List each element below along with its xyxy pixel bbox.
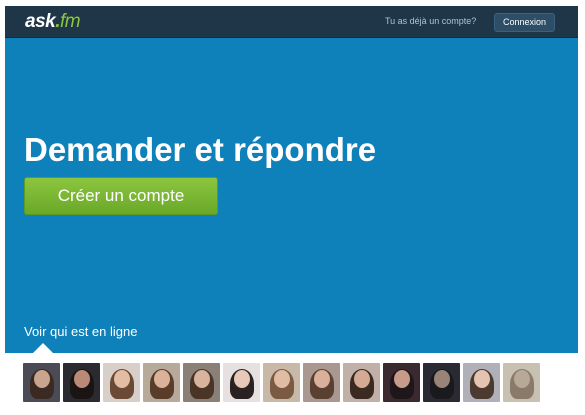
user-avatar-13[interactable] (503, 363, 540, 402)
user-avatar-1[interactable] (23, 363, 60, 402)
hero-section: Demander et répondre Créer un compte Voi… (5, 38, 578, 353)
avatar-face (153, 370, 170, 389)
create-account-button[interactable]: Créer un compte (24, 177, 218, 215)
avatar-face (73, 370, 90, 389)
avatar-face (473, 370, 490, 389)
avatar-face (513, 370, 530, 389)
user-avatar-10[interactable] (383, 363, 420, 402)
avatar-face (233, 370, 250, 389)
pointer-arrow (33, 343, 53, 353)
page-frame: ask.fm Tu as déjà un compte? Connexion D… (5, 6, 578, 411)
user-avatar-6[interactable] (223, 363, 260, 402)
see-online-users-link[interactable]: Voir qui est en ligne (24, 324, 137, 339)
avatar-face (393, 370, 410, 389)
user-avatar-4[interactable] (143, 363, 180, 402)
avatar-face (353, 370, 370, 389)
already-account-text: Tu as déjà un compte? (385, 16, 477, 26)
logo-main-text: ask (25, 11, 56, 32)
avatar-face (433, 370, 450, 389)
user-avatar-2[interactable] (63, 363, 100, 402)
avatar-face (273, 370, 290, 389)
user-avatar-11[interactable] (423, 363, 460, 402)
user-avatar-8[interactable] (303, 363, 340, 402)
avatar-face (313, 370, 330, 389)
online-users-avatars (23, 363, 553, 403)
user-avatar-9[interactable] (343, 363, 380, 402)
askfm-logo[interactable]: ask.fm (25, 11, 81, 33)
top-navigation-bar: ask.fm Tu as déjà un compte? Connexion (5, 6, 578, 38)
hero-title: Demander et répondre (24, 131, 377, 168)
avatar-face (113, 370, 130, 389)
logo-tld: fm (59, 11, 81, 32)
login-button[interactable]: Connexion (494, 13, 555, 32)
user-avatar-3[interactable] (103, 363, 140, 402)
avatar-face (33, 370, 50, 389)
user-avatar-7[interactable] (263, 363, 300, 402)
user-avatar-5[interactable] (183, 363, 220, 402)
user-avatar-12[interactable] (463, 363, 500, 402)
avatar-face (193, 370, 210, 389)
